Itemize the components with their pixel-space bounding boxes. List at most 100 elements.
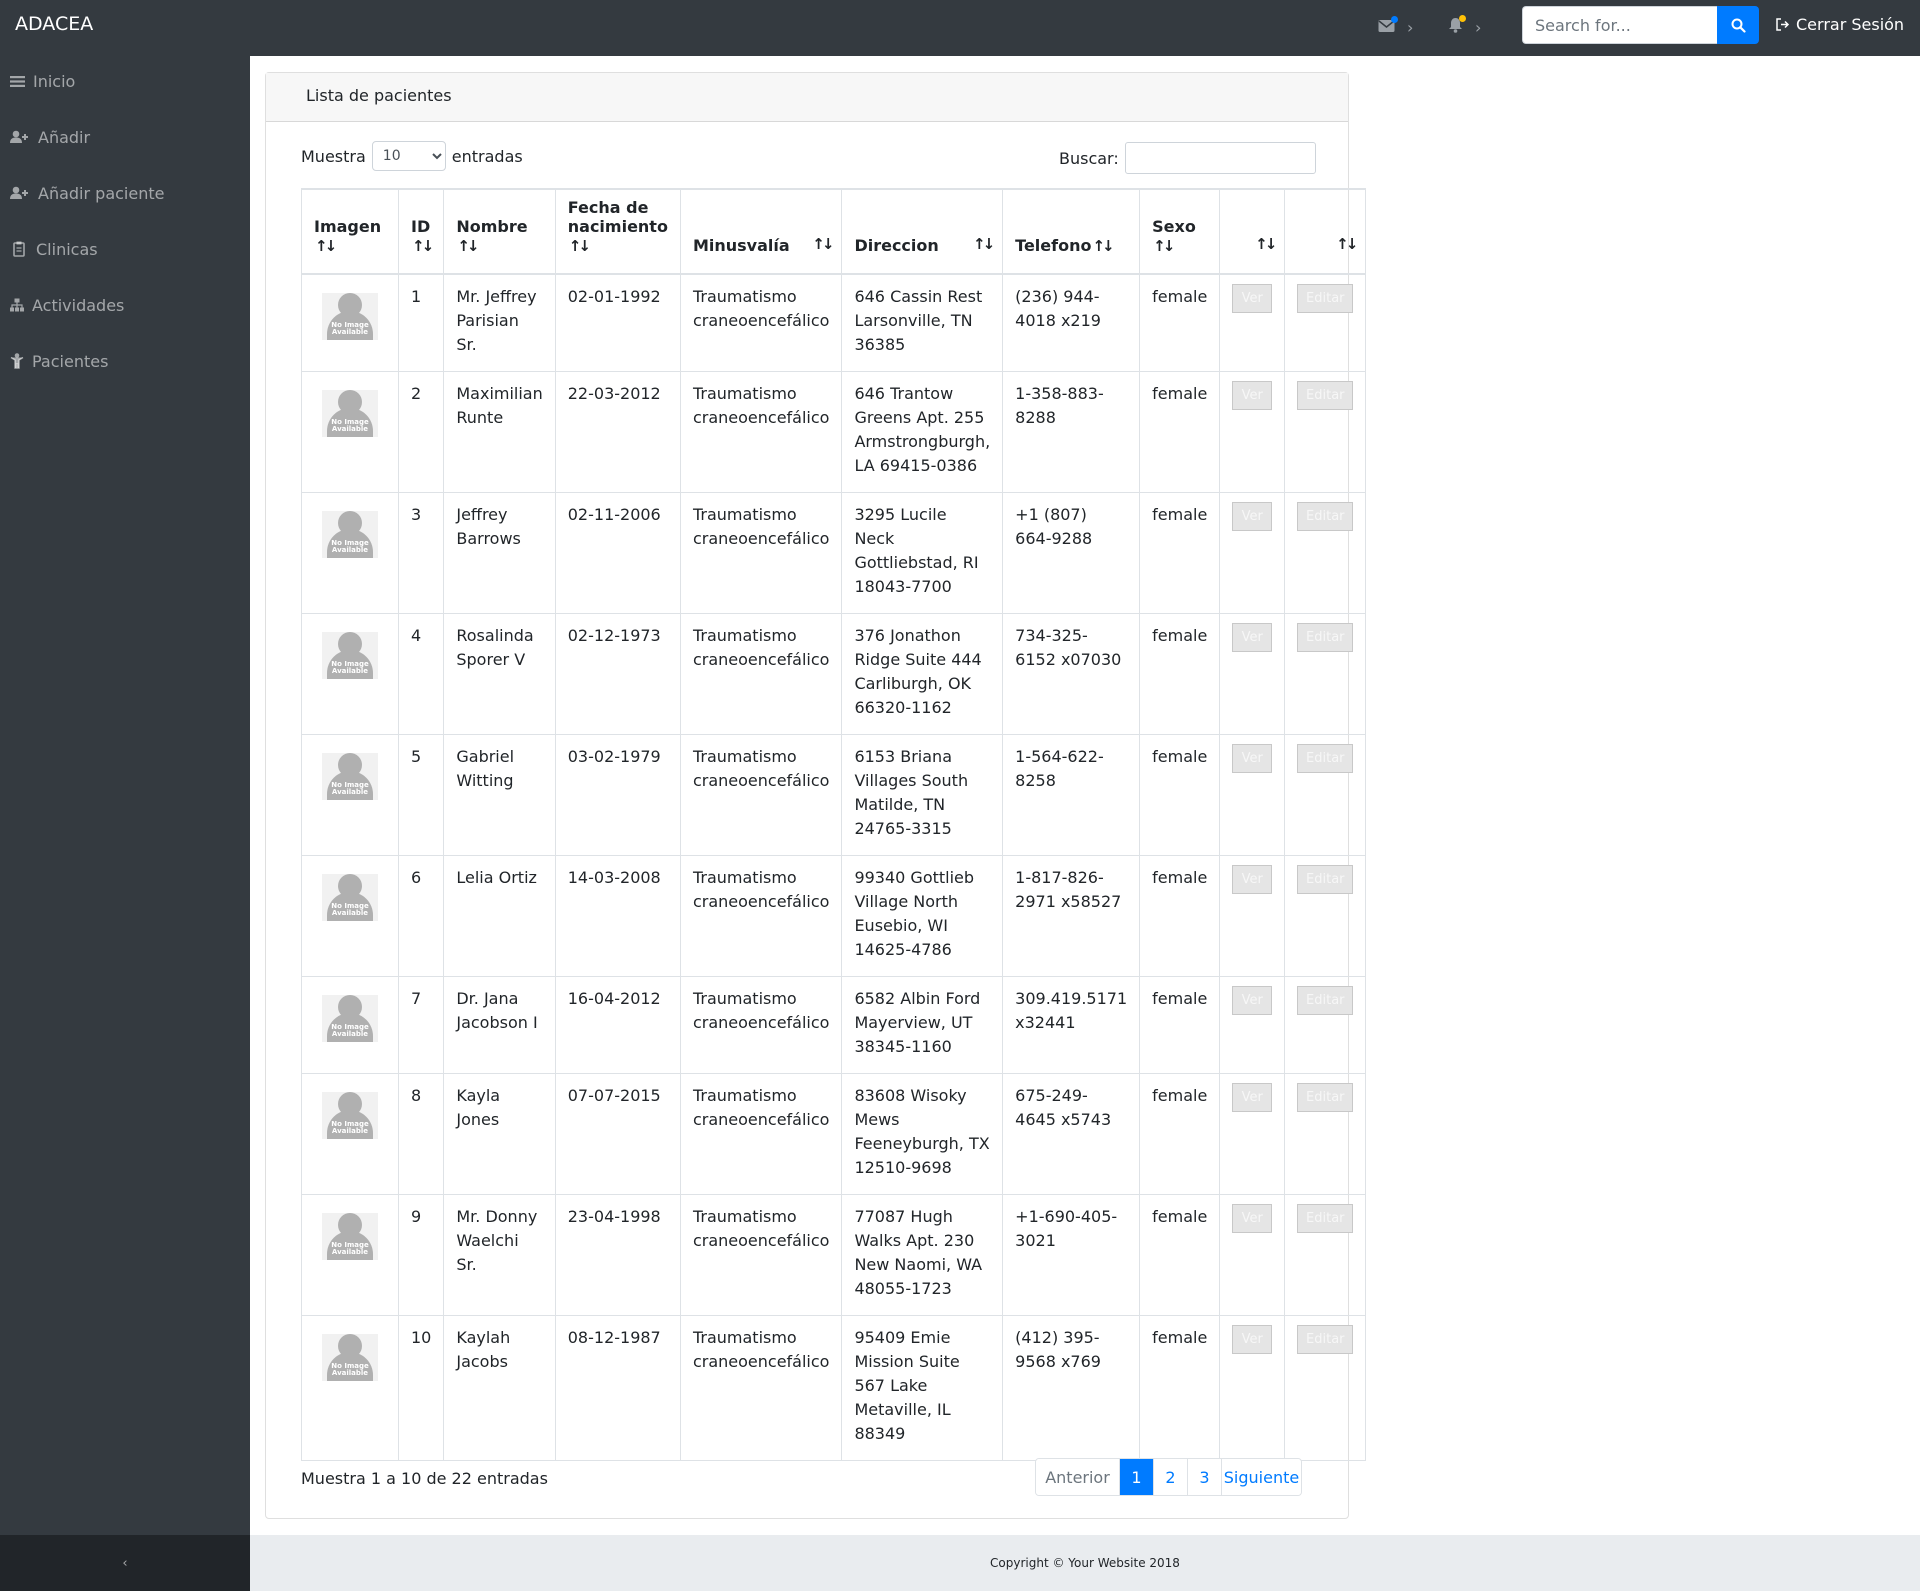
cell-id: 6 xyxy=(397,854,445,977)
cell-name: Lelia Ortiz xyxy=(443,854,556,977)
cell-id: 5 xyxy=(397,733,445,856)
cell-disability: Traumatismo craneoencefálico xyxy=(679,491,843,614)
edit-button[interactable]: Editar xyxy=(1297,864,1354,894)
no-image-label: No Image Available xyxy=(331,659,369,675)
pagination-page-2[interactable]: 2 xyxy=(1153,1459,1187,1495)
sort-icon: ↑↓ xyxy=(1336,235,1358,253)
no-image-label: No Image Available xyxy=(331,538,369,554)
cell-address: 99340 Gottlieb Village North Eusebio, WI… xyxy=(841,854,1004,977)
pagination-previous[interactable]: Anterior xyxy=(1036,1459,1119,1495)
cell-phone: 1-564-622-8258 xyxy=(1002,733,1141,856)
pagination-page-1[interactable]: 1 xyxy=(1119,1459,1153,1495)
column-header-direccion[interactable]: Direccion ↑↓ xyxy=(841,188,1004,275)
edit-button[interactable]: Editar xyxy=(1297,380,1354,410)
edit-button[interactable]: Editar xyxy=(1297,985,1354,1015)
pagination-page-3[interactable]: 3 xyxy=(1187,1459,1221,1495)
entries-length-select[interactable]: 10 xyxy=(371,141,446,171)
cell-edit: Editar xyxy=(1284,1314,1367,1461)
cell-disability: Traumatismo craneoencefálico xyxy=(679,1072,843,1195)
patient-photo-placeholder: No Image Available xyxy=(322,389,378,437)
view-button[interactable]: Ver xyxy=(1232,1203,1273,1233)
cell-image: No Image Available xyxy=(301,1193,399,1316)
brand-logo[interactable]: ADACEA xyxy=(15,13,93,35)
sidebar-item-pacientes[interactable]: Pacientes xyxy=(10,349,108,373)
cell-name: Kaylah Jacobs xyxy=(443,1314,556,1461)
view-button[interactable]: Ver xyxy=(1232,284,1273,313)
cell-dob: 22-03-2012 xyxy=(554,370,681,493)
patient-photo-placeholder: No Image Available xyxy=(322,994,378,1042)
cell-dob: 14-03-2008 xyxy=(554,854,681,977)
alerts-dropdown[interactable]: › xyxy=(1448,15,1481,38)
entries-length-control: Muestra 10 entradas xyxy=(301,141,523,171)
sidebar-item-anadir-paciente[interactable]: Añadir paciente xyxy=(10,181,164,205)
column-header-sexo[interactable]: Sexo↑↓ xyxy=(1139,188,1221,275)
edit-button[interactable]: Editar xyxy=(1297,284,1354,313)
search-button[interactable] xyxy=(1717,6,1759,44)
view-button[interactable]: Ver xyxy=(1232,380,1273,410)
view-button[interactable]: Ver xyxy=(1232,501,1273,531)
logout-link[interactable]: Cerrar Sesión xyxy=(1776,15,1904,34)
header-label: ID xyxy=(411,217,431,236)
table-row: No Image Available 3 Jeffrey Barrows 02-11-… xyxy=(301,491,1367,614)
sidebar-item-inicio[interactable]: Inicio xyxy=(10,69,75,93)
search-input[interactable] xyxy=(1522,6,1717,44)
edit-button[interactable]: Editar xyxy=(1297,743,1354,773)
table-row: No Image Available 5 Gabriel Witting 03-02-… xyxy=(301,733,1367,856)
view-button[interactable]: Ver xyxy=(1232,1082,1273,1112)
column-header-telefono[interactable]: Telefono↑↓ xyxy=(1002,188,1141,275)
cell-phone: +1 (807) 664-9288 xyxy=(1002,491,1141,614)
table-row: No Image Available 1 Mr. Jeffrey Parisian … xyxy=(301,273,1367,372)
column-header-ver[interactable]: ↑↓ xyxy=(1219,188,1286,275)
cell-sex: female xyxy=(1139,370,1221,493)
table-filter-input[interactable] xyxy=(1124,142,1316,174)
cell-address: 646 Trantow Greens Apt. 255 Armstrongbur… xyxy=(841,370,1004,493)
sidebar-item-actividades[interactable]: Actividades xyxy=(10,293,124,317)
view-button[interactable]: Ver xyxy=(1232,1324,1273,1354)
sidebar-toggle-button[interactable]: ‹ xyxy=(0,1535,250,1591)
alerts-badge xyxy=(1459,15,1466,22)
cell-disability: Traumatismo craneoencefálico xyxy=(679,733,843,856)
edit-button[interactable]: Editar xyxy=(1297,1082,1354,1112)
sitemap-icon xyxy=(10,298,24,312)
view-button[interactable]: Ver xyxy=(1232,622,1273,652)
cell-sex: female xyxy=(1139,273,1221,372)
column-header-nombre[interactable]: Nombre↑↓ xyxy=(443,188,556,275)
table-row: No Image Available 9 Mr. Donny Waelchi Sr.… xyxy=(301,1193,1367,1316)
view-button[interactable]: Ver xyxy=(1232,864,1273,894)
pagination-next[interactable]: Siguiente xyxy=(1221,1459,1301,1495)
edit-button[interactable]: Editar xyxy=(1297,1203,1354,1233)
edit-button[interactable]: Editar xyxy=(1297,622,1354,652)
edit-button[interactable]: Editar xyxy=(1297,501,1354,531)
patient-photo-placeholder: No Image Available xyxy=(322,752,378,800)
sort-icon: ↑↓ xyxy=(1092,237,1114,255)
cell-view: Ver xyxy=(1219,975,1286,1074)
column-header-editar[interactable]: ↑↓ xyxy=(1284,188,1367,275)
cell-phone: 1-358-883-8288 xyxy=(1002,370,1141,493)
header-label: Telefono xyxy=(1015,236,1092,255)
sidebar-item-label: Inicio xyxy=(33,71,76,91)
messages-dropdown[interactable]: › xyxy=(1378,15,1413,38)
cell-sex: female xyxy=(1139,733,1221,856)
sidebar-item-label: Pacientes xyxy=(32,351,109,371)
cell-phone: (236) 944-4018 x219 xyxy=(1002,273,1141,372)
no-image-label: No Image Available xyxy=(331,321,369,336)
view-button[interactable]: Ver xyxy=(1232,743,1273,773)
column-header-imagen[interactable]: Imagen↑↓ xyxy=(301,188,399,275)
cell-address: 95409 Emie Mission Suite 567 Lake Metavi… xyxy=(841,1314,1004,1461)
view-button[interactable]: Ver xyxy=(1232,985,1273,1015)
sidebar-item-anadir[interactable]: Añadir xyxy=(10,125,90,149)
column-header-id[interactable]: ID↑↓ xyxy=(397,188,445,275)
logout-label: Cerrar Sesión xyxy=(1796,15,1905,34)
cell-view: Ver xyxy=(1219,1314,1286,1461)
sort-icon: ↑↓ xyxy=(315,237,337,255)
sidebar-item-clinicas[interactable]: Clinicas xyxy=(10,237,98,261)
bars-icon xyxy=(10,75,25,87)
cell-image: No Image Available xyxy=(301,1314,399,1461)
edit-button[interactable]: Editar xyxy=(1297,1324,1354,1354)
column-header-fecha-nacimiento[interactable]: Fecha de nacimiento↑↓ xyxy=(554,188,681,275)
header-label: Nombre xyxy=(456,217,528,236)
column-header-minusvalia[interactable]: Minusvalía ↑↓ xyxy=(679,188,843,275)
table-row: No Image Available 8 Kayla Jones 07-07-2015… xyxy=(301,1072,1367,1195)
sort-icon: ↑↓ xyxy=(412,237,434,255)
cell-sex: female xyxy=(1139,491,1221,614)
